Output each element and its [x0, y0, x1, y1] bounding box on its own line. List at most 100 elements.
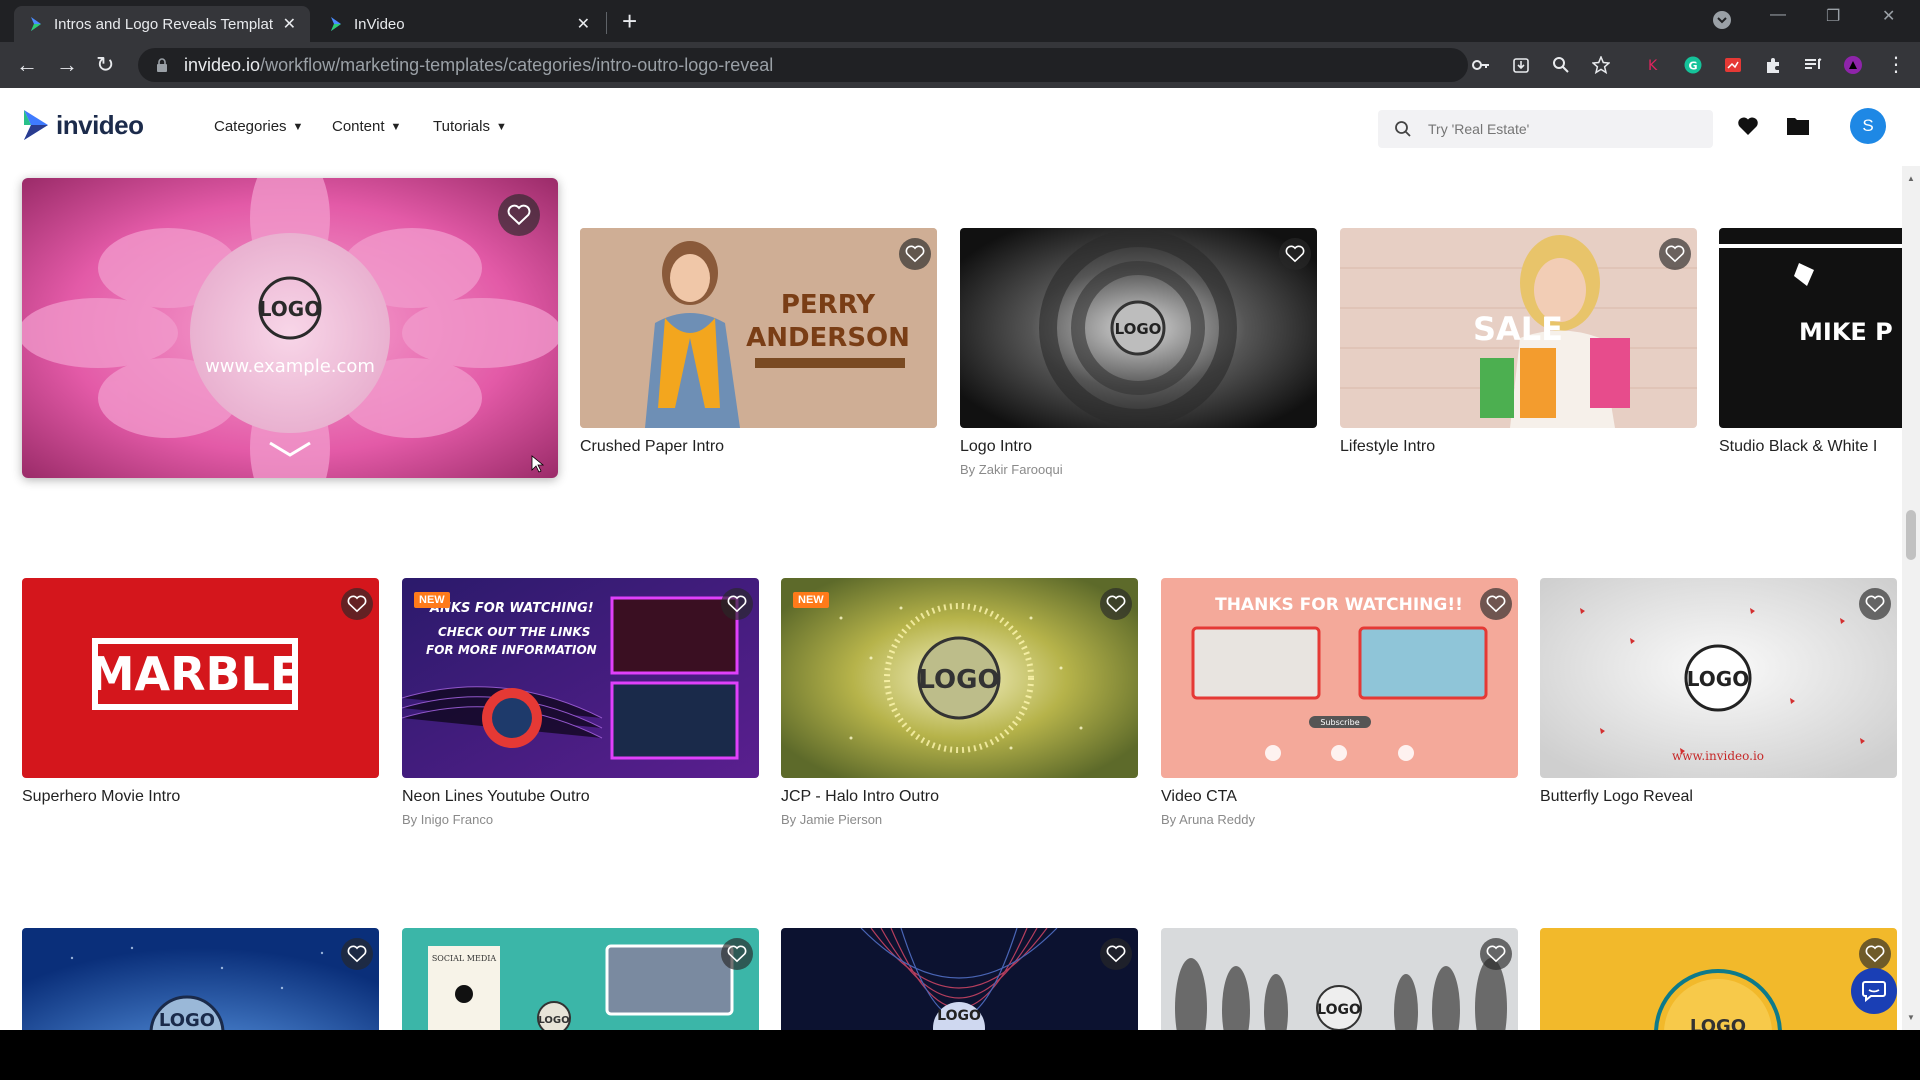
template-thumbnail: LOGO: [781, 928, 1138, 1030]
favorite-heart-icon[interactable]: [498, 194, 540, 236]
nav-content[interactable]: Content ▼: [332, 118, 401, 135]
template-card-row3-1[interactable]: LOGO: [22, 928, 379, 1030]
overlay-text-line2: www.invideo.io: [1672, 749, 1764, 763]
grammarly-icon[interactable]: G: [1684, 56, 1702, 74]
tab-separator: [606, 12, 607, 34]
install-icon[interactable]: [1512, 56, 1530, 74]
screen-recorder-icon[interactable]: [1724, 56, 1742, 74]
favorite-heart-icon[interactable]: [721, 588, 753, 620]
chat-support-button[interactable]: [1851, 968, 1897, 1014]
template-card-lifestyle-intro[interactable]: SALE Lifestyle Intro: [1340, 228, 1697, 488]
template-card-row3-2[interactable]: SOCIAL MEDIA LOGO: [402, 928, 759, 1030]
favorite-heart-icon[interactable]: [1859, 938, 1891, 970]
template-title: Butterfly Logo Reveal: [1540, 788, 1693, 805]
site-header: invideo Categories ▼ Content ▼ Tutorials ▼ …: [0, 88, 1920, 166]
template-card-studio-black-white[interactable]: MIKE P Studio Black & White I: [1719, 228, 1902, 488]
minimize-icon[interactable]: —: [1770, 6, 1786, 24]
search-input[interactable]: [1428, 121, 1688, 137]
favorites-heart-icon[interactable]: [1737, 116, 1759, 136]
window-close-icon[interactable]: ✕: [1882, 6, 1895, 26]
favorite-heart-icon[interactable]: [1279, 238, 1311, 270]
favorite-heart-icon[interactable]: [1100, 588, 1132, 620]
invideo-favicon-icon: [31, 17, 41, 31]
key-icon[interactable]: [1472, 56, 1490, 74]
browser-menu-icon[interactable]: ⋮: [1886, 52, 1906, 78]
template-thumbnail: LOGO: [22, 928, 379, 1030]
browser-toolbar: ← → ↻ invideo.io/workflow/marketing-temp…: [0, 42, 1920, 88]
template-thumbnail: LOGO: [960, 228, 1317, 428]
scroll-down-icon[interactable]: ▼: [1907, 1013, 1915, 1022]
template-card-butterfly-logo-reveal[interactable]: LOGO www.invideo.io Butterfly Logo Revea…: [1540, 578, 1897, 838]
search-box: [1378, 110, 1713, 148]
template-card-neon-lines-youtube-outro[interactable]: ANKS FOR WATCHING! CHECK OUT THE LINKS F…: [402, 578, 759, 838]
favorite-heart-icon[interactable]: [899, 238, 931, 270]
address-bar[interactable]: invideo.io/workflow/marketing-templates/…: [138, 48, 1468, 82]
search-icon: [1395, 121, 1411, 137]
tab-search-icon[interactable]: [1712, 10, 1732, 35]
featured-template-card[interactable]: LOGO www.example.com: [22, 178, 558, 478]
overlay-text-line2: LOGO: [538, 1015, 569, 1026]
user-avatar[interactable]: S: [1850, 108, 1886, 144]
back-icon[interactable]: ←: [16, 52, 38, 78]
overlay-text-line1: MIKE P: [1799, 318, 1893, 346]
template-author: By Jamie Pierson: [781, 812, 883, 827]
zoom-icon[interactable]: [1552, 56, 1570, 74]
favorite-heart-icon[interactable]: [1480, 588, 1512, 620]
favorite-heart-icon[interactable]: [1659, 238, 1691, 270]
template-card-row3-5[interactable]: LOGO: [1540, 928, 1897, 1030]
overlay-text-line2: ANDERSON: [746, 323, 910, 353]
overlay-text-line1: LOGO: [1317, 1002, 1361, 1018]
overlay-text-line1: LOGO: [918, 665, 999, 695]
brand-name: invideo: [56, 109, 144, 140]
featured-logo-text: LOGO: [259, 297, 321, 321]
tab-close-icon[interactable]: ✕: [577, 14, 590, 34]
template-thumbnail: LOGO: [781, 578, 1138, 778]
scroll-up-icon[interactable]: ▲: [1907, 174, 1915, 183]
k-extension-icon[interactable]: K: [1644, 56, 1662, 74]
favorite-heart-icon[interactable]: [721, 938, 753, 970]
template-card-crushed-paper[interactable]: PERRY ANDERSON Crushed Paper Intro: [580, 228, 937, 488]
tab-intros[interactable]: Intros and Logo Reveals Templat ✕: [14, 6, 310, 42]
template-title: Crushed Paper Intro: [580, 438, 725, 455]
overlay-text-line1: MARBLE: [89, 647, 302, 701]
template-title: Video CTA: [1161, 788, 1237, 805]
scrollbar-thumb[interactable]: [1906, 510, 1916, 560]
invideo-favicon-icon: [331, 17, 341, 31]
restore-icon[interactable]: ❐: [1826, 6, 1840, 26]
overlay-text-line1: SALE: [1473, 310, 1563, 348]
invideo-logo-icon: [24, 110, 48, 140]
template-card-video-cta[interactable]: THANKS FOR WATCHING!! Subscribe Video CT…: [1161, 578, 1518, 838]
extensions-puzzle-icon[interactable]: [1764, 56, 1782, 74]
template-author: By Aruna Reddy: [1161, 812, 1255, 827]
tab-title: Intros and Logo Reveals Templat: [54, 15, 273, 33]
favorite-heart-icon[interactable]: [1100, 938, 1132, 970]
tab-close-icon[interactable]: ✕: [283, 14, 296, 34]
profile-icon[interactable]: [1844, 56, 1862, 74]
nav-categories[interactable]: Categories ▼: [214, 118, 303, 135]
tab-strip: Intros and Logo Reveals Templat ✕ InVide…: [0, 0, 1920, 42]
favorite-heart-icon[interactable]: [341, 938, 373, 970]
template-thumbnail: MIKE P: [1719, 228, 1902, 428]
bookmark-star-icon[interactable]: [1592, 56, 1610, 74]
folder-icon[interactable]: [1786, 116, 1810, 136]
new-tab-icon[interactable]: +: [622, 8, 637, 34]
favorite-heart-icon[interactable]: [1480, 938, 1512, 970]
nav-label: Tutorials: [433, 118, 490, 135]
svg-text:K: K: [1648, 58, 1658, 74]
favorite-heart-icon[interactable]: [1859, 588, 1891, 620]
page-scrollbar[interactable]: ▲ ▼: [1902, 166, 1920, 1030]
template-card-row3-4[interactable]: LOGO: [1161, 928, 1518, 1030]
template-card-superhero-movie-intro[interactable]: MARBLE Superhero Movie Intro: [22, 578, 379, 838]
overlay-text-line2: CHECK OUT THE LINKS: [438, 625, 590, 639]
tab-invideo[interactable]: InVideo ✕: [314, 6, 604, 42]
reload-icon[interactable]: ↻: [96, 52, 114, 78]
overlay-text-line1: PERRY: [781, 290, 876, 320]
template-card-row3-3[interactable]: LOGO: [781, 928, 1138, 1030]
nav-tutorials[interactable]: Tutorials ▼: [433, 118, 507, 135]
favorite-heart-icon[interactable]: [341, 588, 373, 620]
invideo-logo[interactable]: invideo: [22, 108, 144, 142]
template-card-logo-intro[interactable]: LOGO Logo Intro By Zakir Farooqui: [960, 228, 1317, 488]
forward-icon[interactable]: →: [56, 52, 78, 78]
media-controls-icon[interactable]: [1804, 56, 1822, 74]
template-card-jcp-halo-intro-outro[interactable]: LOGO NEW JCP - Halo Intro Outro By Jamie…: [781, 578, 1138, 838]
